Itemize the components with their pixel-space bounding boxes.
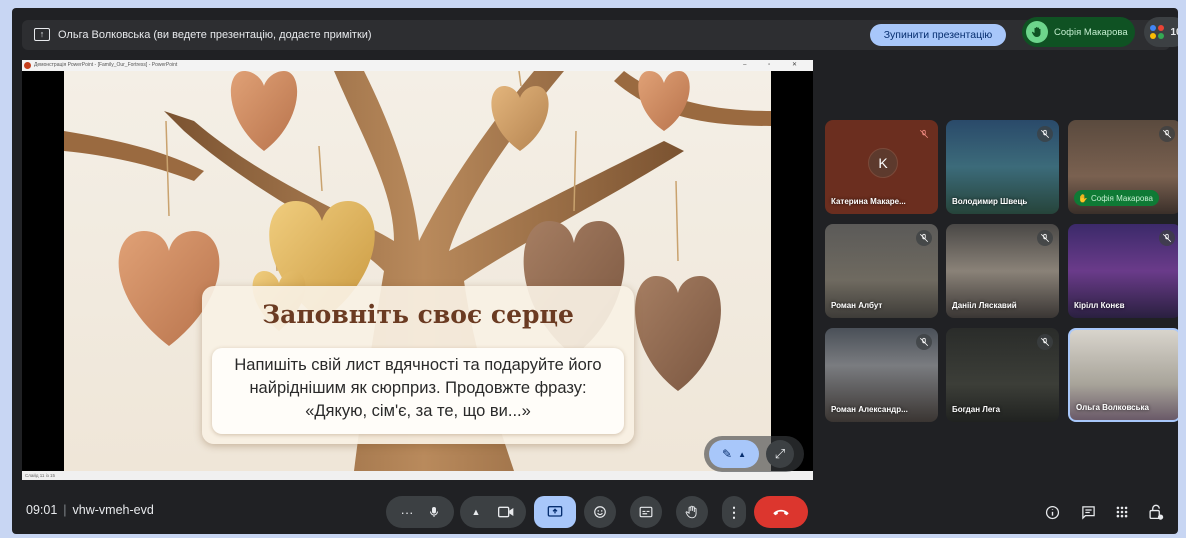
participant-tile[interactable]: Данііл Ляскавий bbox=[946, 224, 1059, 318]
participant-name: Богдан Лега bbox=[952, 405, 1001, 414]
emoji-icon bbox=[594, 506, 606, 518]
mic-off-icon bbox=[1037, 126, 1053, 142]
raise-hand-icon bbox=[685, 505, 697, 519]
mic-off-icon bbox=[916, 334, 932, 350]
present-screen-icon bbox=[547, 506, 563, 517]
participant-name: Роман Александр... bbox=[831, 405, 908, 414]
slide: Заповніть своє серце Напишіть свій лист … bbox=[64, 71, 771, 471]
participant-tile[interactable]: Богдан Лега bbox=[946, 328, 1059, 422]
activities-icon bbox=[1116, 506, 1128, 518]
microphone-icon[interactable] bbox=[428, 505, 440, 519]
presentation-banner-text: Ольга Волковська (ви ведете презентацію,… bbox=[58, 29, 372, 41]
participant-tile[interactable]: K Катерина Макаре... bbox=[825, 120, 938, 214]
presentation-screen[interactable]: Демонстрація PowerPoint - [Family_Our_Fo… bbox=[22, 60, 813, 480]
stop-presenting-button[interactable]: Зупинити презентацію bbox=[870, 24, 1006, 46]
activities-button[interactable] bbox=[1112, 502, 1132, 522]
info-icon bbox=[1045, 505, 1059, 519]
chevron-up-icon: ▲ bbox=[738, 449, 746, 459]
slide-caption-card: Заповніть своє серце Напишіть свій лист … bbox=[202, 286, 634, 444]
raise-hand-icon bbox=[1026, 21, 1048, 43]
participant-name: Данііл Ляскавий bbox=[952, 301, 1017, 310]
participant-tile-self[interactable]: Ольга Волковська bbox=[1068, 328, 1178, 422]
raised-hand-chip[interactable]: Софія Макарова bbox=[1022, 17, 1135, 47]
window-controls: – ▫ ✕ bbox=[743, 62, 807, 68]
mic-off-icon bbox=[1159, 126, 1175, 142]
present-button[interactable] bbox=[534, 496, 576, 528]
chat-button[interactable] bbox=[1078, 502, 1098, 522]
bottom-bar: 09:01 | vhw-vmeh-evd ··· ▲ ⋮ bbox=[12, 488, 1178, 534]
meeting-code: vhw-vmeh-evd bbox=[72, 503, 154, 517]
expand-icon: ⤢ bbox=[774, 446, 786, 461]
participants-count: 10 bbox=[1170, 26, 1178, 38]
host-controls-button[interactable] bbox=[1146, 502, 1166, 522]
chat-icon bbox=[1081, 505, 1095, 520]
camera-control-group: ▲ bbox=[460, 496, 526, 528]
raised-hand-badge: ✋ Софія Макарова bbox=[1074, 190, 1159, 206]
meet-window: ↑ Ольга Волковська (ви ведете презентаці… bbox=[12, 8, 1178, 534]
mic-control-group: ··· bbox=[386, 496, 454, 528]
participants-button[interactable]: 10 bbox=[1144, 17, 1178, 47]
slide-counter: Слайд 11 із 15 bbox=[25, 473, 56, 478]
ppt-window-title: Демонстрація PowerPoint - [Family_Our_Fo… bbox=[34, 62, 178, 68]
annotate-icon: ✎ bbox=[722, 447, 733, 461]
slide-tools: ✎ ▲ ⤢ bbox=[704, 436, 804, 472]
participant-name: Катерина Макаре... bbox=[831, 197, 906, 206]
more-vert-icon: ⋮ bbox=[727, 503, 741, 520]
ppt-status-bar: Слайд 11 із 15 bbox=[22, 471, 813, 480]
camera-icon[interactable] bbox=[498, 506, 514, 518]
slide-body-card: Напишіть свій лист вдячності та подаруйт… bbox=[212, 348, 624, 434]
avatar: K bbox=[868, 148, 898, 178]
participant-name: Роман Албут bbox=[831, 301, 883, 310]
top-bar: ↑ Ольга Волковська (ви ведете презентаці… bbox=[12, 8, 1178, 54]
participant-tile[interactable]: Кірілл Конєв bbox=[1068, 224, 1178, 318]
meeting-info: 09:01 | vhw-vmeh-evd bbox=[26, 503, 154, 517]
annotate-button[interactable]: ✎ ▲ bbox=[709, 440, 759, 468]
present-screen-icon: ↑ bbox=[34, 28, 50, 41]
mic-off-icon bbox=[1037, 334, 1053, 350]
powerpoint-icon bbox=[24, 62, 31, 69]
participant-name: Ольга Волковська bbox=[1076, 403, 1149, 412]
participant-name: Софія Макарова bbox=[1090, 193, 1153, 203]
captions-button[interactable] bbox=[630, 496, 662, 528]
raise-hand-icon: ✋ bbox=[1078, 193, 1088, 203]
raised-hand-name: Софія Макарова bbox=[1054, 26, 1128, 38]
participant-tile[interactable]: Роман Александр... bbox=[825, 328, 938, 422]
mic-off-icon bbox=[916, 126, 932, 142]
participant-tile[interactable]: Володимир Швець bbox=[946, 120, 1059, 214]
captions-icon bbox=[639, 506, 653, 518]
participant-tile[interactable]: ✋ Софія Макарова bbox=[1068, 120, 1178, 214]
end-call-icon bbox=[773, 509, 789, 516]
meeting-time: 09:01 bbox=[26, 503, 58, 517]
more-options-button[interactable]: ⋮ bbox=[722, 496, 746, 528]
mic-off-icon bbox=[916, 230, 932, 246]
emoji-button[interactable] bbox=[584, 496, 616, 528]
host-controls-icon bbox=[1149, 504, 1164, 520]
participant-tile[interactable]: Роман Албут bbox=[825, 224, 938, 318]
mic-off-icon bbox=[1037, 230, 1053, 246]
fullscreen-button[interactable]: ⤢ bbox=[766, 440, 794, 468]
presentation-banner: ↑ Ольга Волковська (ви ведете презентаці… bbox=[22, 17, 1178, 50]
meeting-details-button[interactable] bbox=[1042, 502, 1062, 522]
slide-title: Заповніть своє серце bbox=[262, 300, 574, 329]
mic-off-icon bbox=[1159, 230, 1175, 246]
end-call-button[interactable] bbox=[754, 496, 808, 528]
slide-body: Напишіть свій лист вдячності та подаруйт… bbox=[234, 356, 602, 420]
ppt-titlebar: Демонстрація PowerPoint - [Family_Our_Fo… bbox=[22, 60, 813, 71]
camera-options-icon[interactable]: ▲ bbox=[472, 507, 481, 517]
more-options-icon[interactable]: ··· bbox=[401, 505, 414, 520]
participant-name: Володимир Швець bbox=[952, 197, 1028, 206]
participants-icon bbox=[1150, 25, 1165, 39]
separator: | bbox=[63, 503, 67, 517]
participant-name: Кірілл Конєв bbox=[1074, 301, 1125, 310]
raise-hand-button[interactable] bbox=[676, 496, 708, 528]
